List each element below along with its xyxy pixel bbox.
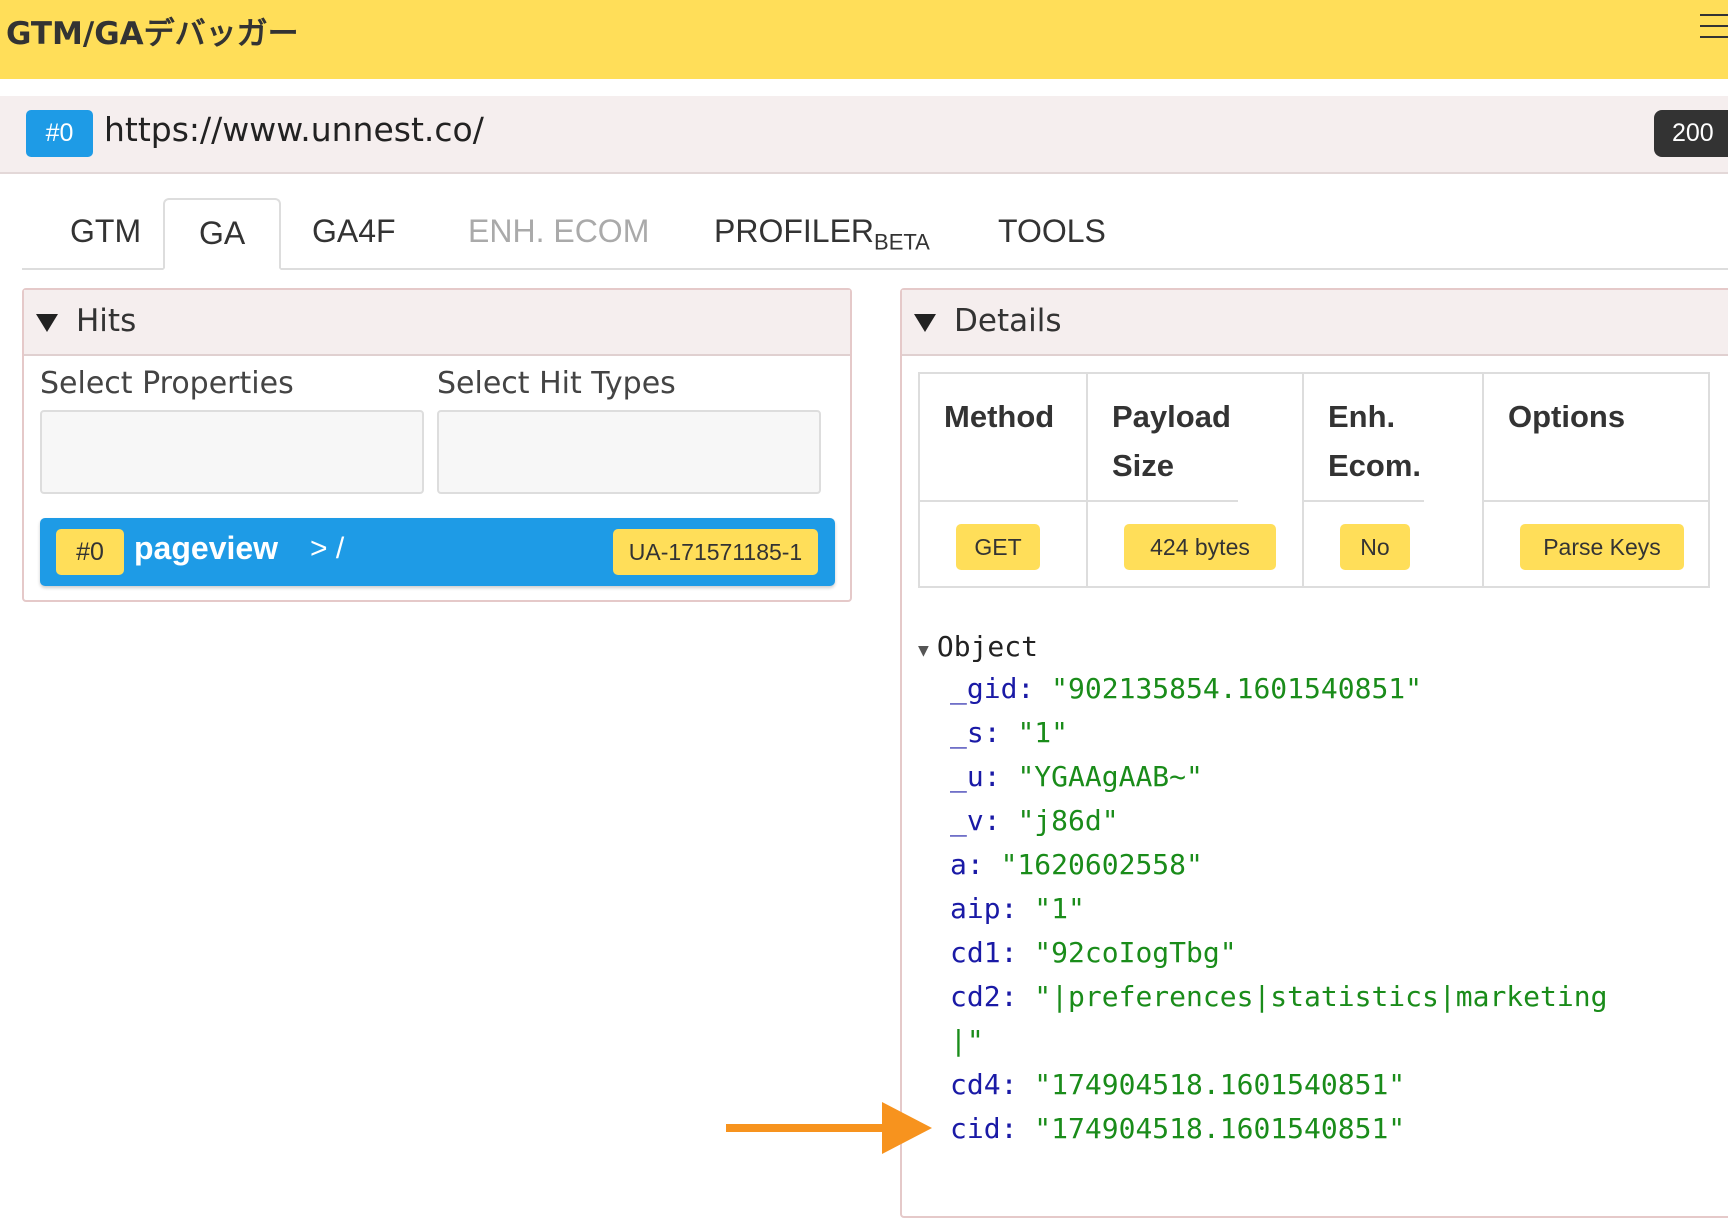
tab-bar: GTM GA GA4F ENH. ECOM PROFILERBETA TOOLS bbox=[22, 198, 1728, 270]
options-header: Options bbox=[1484, 374, 1710, 502]
object-property: _v: "j86d" bbox=[950, 804, 1119, 837]
app-title: GTM/GAデバッガー bbox=[6, 16, 299, 52]
object-property: cid: "174904518.1601540851" bbox=[950, 1112, 1406, 1145]
hits-panel-header[interactable]: Hits bbox=[24, 290, 850, 356]
ecom-header: Enh. Ecom. bbox=[1304, 374, 1424, 502]
object-property: aip: "1" bbox=[950, 892, 1085, 925]
hits-panel: Hits Select Properties Select Hit Types … bbox=[22, 288, 852, 602]
tab-ga[interactable]: GA bbox=[163, 198, 282, 270]
object-property: _s: "1" bbox=[950, 716, 1069, 749]
tab-gtm[interactable]: GTM bbox=[36, 198, 175, 268]
parse-keys-button[interactable]: Parse Keys bbox=[1520, 524, 1684, 570]
object-label: Object bbox=[936, 630, 1038, 663]
url-bar: #0 https://www.unnest.co/ 200 bbox=[0, 96, 1728, 174]
tab-profiler[interactable]: PROFILERBETA bbox=[680, 198, 964, 268]
select-properties-label: Select Properties bbox=[40, 366, 294, 401]
object-property: _u: "YGAAgAAB~" bbox=[950, 760, 1203, 793]
tab-enh-ecom: ENH. ECOM bbox=[468, 213, 650, 249]
hit-path: > / bbox=[310, 532, 345, 565]
app-header: GTM/GAデバッガー bbox=[0, 0, 1728, 79]
collapse-caret-icon[interactable] bbox=[914, 314, 936, 332]
object-property: cd1: "92coIogTbg" bbox=[950, 936, 1237, 969]
method-column: Method GET bbox=[920, 374, 1088, 586]
tab-ga4f[interactable]: GA4F bbox=[278, 198, 430, 268]
page-hit-badge: #0 bbox=[26, 110, 93, 157]
ecom-value: No bbox=[1340, 524, 1410, 570]
method-value: GET bbox=[956, 524, 1040, 570]
page-url[interactable]: https://www.unnest.co/ bbox=[104, 110, 484, 149]
collapse-caret-icon[interactable] bbox=[36, 314, 58, 332]
details-panel-header[interactable]: Details bbox=[902, 290, 1728, 356]
object-property: cd4: "174904518.1601540851" bbox=[950, 1068, 1406, 1101]
hit-index-badge: #0 bbox=[56, 529, 124, 575]
options-column: Options Parse Keys bbox=[1484, 374, 1710, 586]
method-header: Method bbox=[920, 374, 1086, 502]
details-title: Details bbox=[954, 303, 1062, 339]
hit-row[interactable]: #0 pageview > / UA-171571185-1 bbox=[40, 518, 835, 586]
property-id-badge: UA-171571185-1 bbox=[613, 529, 818, 575]
select-hit-types-label: Select Hit Types bbox=[437, 366, 676, 401]
select-hit-types-input[interactable] bbox=[437, 410, 821, 494]
payload-column: Payload Size 424 bytes bbox=[1088, 374, 1304, 586]
object-property: cd2: "|preferences|statistics|marketing bbox=[950, 980, 1608, 1013]
beta-label: BETA bbox=[874, 229, 930, 255]
object-tree-root[interactable]: ▼ Object bbox=[918, 630, 1038, 663]
hits-title: Hits bbox=[76, 303, 137, 339]
tab-tools[interactable]: TOOLS bbox=[964, 198, 1140, 268]
expand-caret-icon[interactable]: ▼ bbox=[918, 640, 929, 661]
payload-header: Payload Size bbox=[1088, 374, 1238, 502]
status-code-badge: 200 bbox=[1654, 110, 1728, 157]
details-panel: Details Method GET Payload Size 424 byte… bbox=[900, 288, 1728, 1218]
object-property-continuation: |" bbox=[950, 1024, 984, 1057]
payload-value: 424 bytes bbox=[1124, 524, 1276, 570]
hamburger-menu-icon[interactable] bbox=[1700, 14, 1728, 38]
annotation-arrow-icon bbox=[726, 1102, 932, 1154]
hit-type: pageview bbox=[134, 530, 279, 566]
select-properties-input[interactable] bbox=[40, 410, 424, 494]
ecom-column: Enh. Ecom. No bbox=[1304, 374, 1484, 586]
details-table: Method GET Payload Size 424 bytes Enh. E… bbox=[918, 372, 1710, 588]
object-property: a: "1620602558" bbox=[950, 848, 1203, 881]
object-property: _gid: "902135854.1601540851" bbox=[950, 672, 1423, 705]
